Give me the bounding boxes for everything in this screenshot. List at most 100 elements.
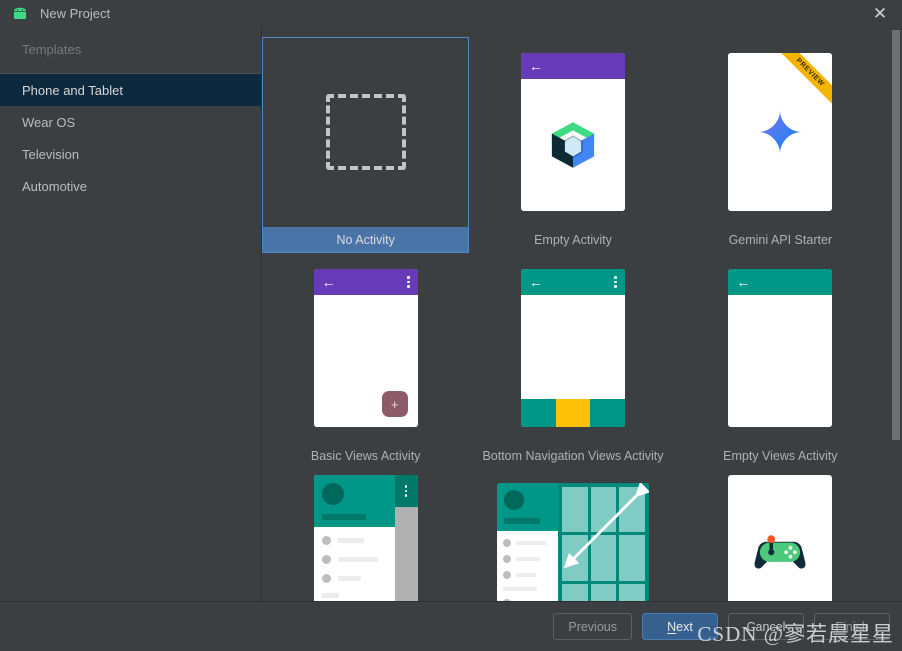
android-robot-icon xyxy=(12,7,28,20)
template-thumbnail: ← xyxy=(469,253,676,443)
list-item-bar xyxy=(503,587,537,591)
list-item-dot-icon xyxy=(322,555,331,564)
dialog-footer: Previous Next Cancel Finish CSDN @寥若晨星星 xyxy=(0,602,902,651)
close-icon[interactable]: ✕ xyxy=(858,0,902,27)
list-item-dot-icon xyxy=(503,571,511,579)
overflow-menu-icon xyxy=(405,485,408,497)
template-thumbnail xyxy=(677,469,884,601)
sidebar-item-wear-os[interactable]: Wear OS xyxy=(0,106,261,138)
template-thumbnail: ← xyxy=(677,253,884,443)
avatar xyxy=(504,490,524,510)
back-arrow-icon: ← xyxy=(529,275,543,289)
new-project-dialog: New Project ✕ Templates Phone and Tablet… xyxy=(0,0,902,651)
list-items xyxy=(497,531,558,601)
list-item xyxy=(503,571,552,579)
drawer-scrim xyxy=(395,475,418,601)
next-button[interactable]: Next xyxy=(642,613,718,640)
list-item xyxy=(503,539,552,547)
overflow-menu-icon xyxy=(407,276,410,288)
dialog-body: Templates Phone and Tablet Wear OS Telev… xyxy=(0,27,902,601)
tablet-preview: + xyxy=(497,483,649,601)
drawer-panel xyxy=(314,475,395,601)
game-controller-icon xyxy=(752,533,808,575)
finish-button[interactable]: Finish xyxy=(814,613,890,640)
sidebar-item-label: Television xyxy=(22,147,79,162)
sidebar-item-phone-and-tablet[interactable]: Phone and Tablet xyxy=(0,74,261,106)
sidebar-item-label: Automotive xyxy=(22,179,87,194)
template-thumbnail xyxy=(262,469,469,601)
list-item xyxy=(503,555,552,563)
template-card-no-activity[interactable]: No Activity xyxy=(262,37,469,253)
next-button-label: ext xyxy=(676,620,693,634)
navigation-drawer-preview xyxy=(314,475,418,601)
gemini-sparkle-icon xyxy=(757,109,803,155)
template-label: Bottom Navigation Views Activity xyxy=(469,443,676,469)
back-arrow-icon: ← xyxy=(322,275,336,289)
template-label: Empty Views Activity xyxy=(677,443,884,469)
template-card-responsive-views-activity[interactable]: + xyxy=(469,469,676,601)
templates-sidebar: Templates Phone and Tablet Wear OS Telev… xyxy=(0,27,262,601)
list-item-bar xyxy=(516,573,536,577)
app-bar: ← xyxy=(728,269,832,295)
cancel-button[interactable]: Cancel xyxy=(728,613,804,640)
template-card-empty-views-activity[interactable]: ← Empty Views Activity xyxy=(677,253,884,469)
bottom-navigation-bar xyxy=(521,399,625,427)
drawer-item-list xyxy=(314,527,395,601)
template-label: No Activity xyxy=(262,227,469,253)
template-label: Empty Activity xyxy=(469,227,676,253)
sidebar-item-television[interactable]: Television xyxy=(0,138,261,170)
phone-preview xyxy=(314,475,418,601)
content-grid-panel: + xyxy=(558,483,649,601)
list-item-bar xyxy=(322,593,339,598)
floating-action-button-icon: + xyxy=(382,391,408,417)
dashed-placeholder-icon xyxy=(326,94,406,170)
template-card-gemini-api-starter[interactable]: PREVIEW Gemini API Starter xyxy=(677,37,884,253)
list-item xyxy=(322,574,387,583)
phone-preview: ← + xyxy=(314,269,418,427)
template-card-basic-views-activity[interactable]: ← + Basic Views Activity xyxy=(262,253,469,469)
scrollbar-thumb[interactable] xyxy=(892,30,900,440)
list-item-bar xyxy=(516,557,540,561)
side-list-panel xyxy=(497,483,558,601)
list-item-bar xyxy=(338,576,361,581)
responsive-grid-preview: + xyxy=(497,483,649,601)
template-thumbnail: + xyxy=(469,469,676,601)
phone-preview: ← xyxy=(521,53,625,211)
list-item-dot-icon xyxy=(322,536,331,545)
list-header-line xyxy=(504,518,541,524)
template-label: Gemini API Starter xyxy=(677,227,884,253)
list-item-bar xyxy=(338,557,378,562)
sidebar-item-label: Wear OS xyxy=(22,115,75,130)
template-card-game-activity[interactable] xyxy=(677,469,884,601)
template-thumbnail: ← + xyxy=(262,253,469,443)
templates-scrollbar[interactable] xyxy=(889,27,902,601)
app-bar: ← xyxy=(521,53,625,79)
resize-arrow-icon xyxy=(558,483,649,574)
avatar xyxy=(322,483,344,505)
template-card-empty-activity[interactable]: ← xyxy=(469,37,676,253)
app-bar: ← xyxy=(521,269,625,295)
list-item xyxy=(503,587,552,591)
list-item xyxy=(322,536,387,545)
template-thumbnail: PREVIEW xyxy=(677,37,884,227)
back-arrow-icon: ← xyxy=(529,59,543,73)
title-bar: New Project ✕ xyxy=(0,0,902,27)
jetpack-compose-icon xyxy=(547,119,599,171)
list-item xyxy=(322,555,387,564)
template-card-bottom-navigation-views-activity[interactable]: ← Bottom Navigation Views Activity xyxy=(469,253,676,469)
overflow-menu-container xyxy=(395,475,418,507)
list-item-dot-icon xyxy=(322,574,331,583)
sidebar-item-label: Phone and Tablet xyxy=(22,83,123,98)
template-card-navigation-drawer-views-activity[interactable] xyxy=(262,469,469,601)
list-item-bar xyxy=(516,541,546,545)
list-item xyxy=(322,593,387,598)
drawer-header xyxy=(314,475,395,527)
previous-button[interactable]: Previous xyxy=(553,613,632,640)
overflow-menu-icon xyxy=(614,276,617,288)
sidebar-item-automotive[interactable]: Automotive xyxy=(0,170,261,202)
phone-preview xyxy=(728,475,832,601)
app-bar: ← xyxy=(314,269,418,295)
template-thumbnail: ← xyxy=(469,37,676,227)
next-button-mnemonic: N xyxy=(667,620,676,634)
list-item-bar xyxy=(338,538,364,543)
